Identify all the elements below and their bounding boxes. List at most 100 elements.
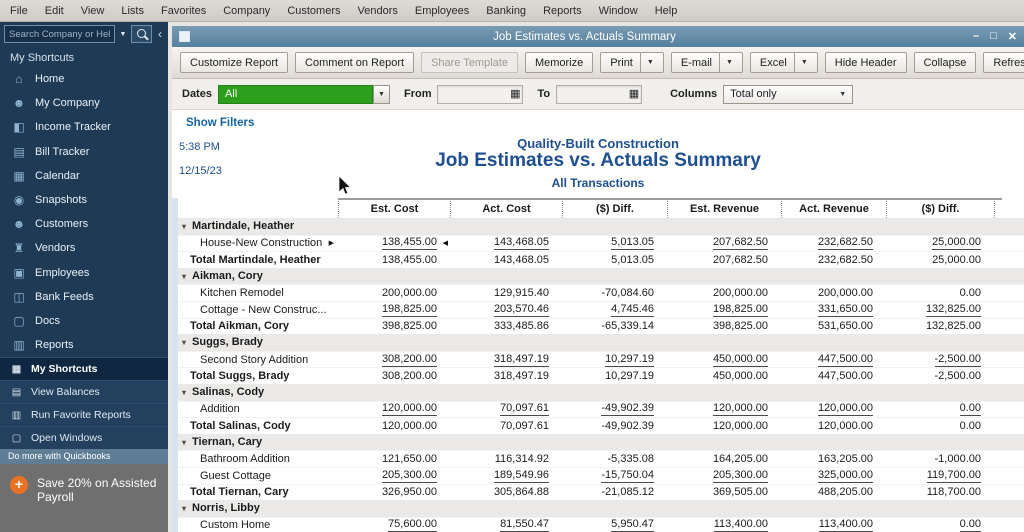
value-cell[interactable]: 143,468.05 [450, 254, 562, 266]
value-cell[interactable]: 398,825.00 [338, 320, 450, 332]
sidebar-item-employees[interactable]: ▣ Employees [0, 261, 168, 285]
minimize-button[interactable]: – [973, 30, 979, 43]
value-cell[interactable]: -2,500.00 [886, 370, 994, 382]
value-cell[interactable]: 113,400.00 [667, 518, 781, 532]
chevron-down-icon[interactable]: ▼ [639, 53, 654, 72]
chevron-down-icon[interactable]: ▼ [793, 53, 808, 72]
collapse-triangle-icon[interactable]: ▾ [182, 338, 186, 347]
value-cell[interactable]: 333,485.86 [450, 320, 562, 332]
to-date-field[interactable]: ▦ [556, 84, 643, 104]
sidebar-collapse-icon[interactable]: ‹ [155, 27, 165, 41]
value-cell[interactable]: 488,205.00 [781, 486, 886, 498]
value-cell[interactable]: 138,455.00 ◀ [338, 236, 450, 251]
value-cell[interactable]: 132,825.00 [886, 303, 994, 317]
value-cell[interactable]: 70,097.61 [450, 402, 562, 417]
value-cell[interactable]: 120,000.00 [781, 402, 886, 417]
value-cell[interactable]: 138,455.00 [338, 254, 450, 266]
print-button[interactable]: Print ▼ [600, 52, 664, 73]
value-cell[interactable]: 5,013.05 [562, 254, 667, 266]
value-cell[interactable]: 308,200.00 [338, 353, 450, 367]
value-cell[interactable]: -5,335.08 [562, 453, 667, 465]
value-cell[interactable]: -70,084.60 [562, 287, 667, 299]
value-cell[interactable]: 308,200.00 [338, 370, 450, 382]
value-cell[interactable]: 325,000.00 [781, 469, 886, 483]
value-cell[interactable]: 205,300.00 [338, 469, 450, 483]
value-cell[interactable]: 203,570.46 [450, 303, 562, 317]
memorize-button[interactable]: Memorize [524, 52, 594, 73]
value-cell[interactable]: 119,700.00 [886, 469, 994, 483]
menu-company[interactable]: Company [223, 5, 270, 17]
value-cell[interactable]: 120,000.00 [781, 420, 886, 432]
value-cell[interactable]: -21,085.12 [562, 486, 667, 498]
value-cell[interactable]: 198,825.00 [338, 303, 450, 317]
collapse-triangle-icon[interactable]: ▾ [182, 222, 186, 231]
value-cell[interactable]: 113,400.00 [781, 518, 886, 532]
value-cell[interactable]: 132,825.00 [886, 320, 994, 332]
value-cell[interactable]: 164,205.00 [667, 453, 781, 465]
value-cell[interactable]: 70,097.61 [450, 420, 562, 432]
collapse-triangle-icon[interactable]: ▾ [182, 438, 186, 447]
dates-select-caret-icon[interactable]: ▼ [372, 84, 390, 104]
value-cell[interactable]: 75,600.00 [338, 518, 450, 532]
collapse-triangle-icon[interactable]: ▾ [182, 388, 186, 397]
value-cell[interactable]: 163,205.00 [781, 453, 886, 465]
value-cell[interactable]: 369,505.00 [667, 486, 781, 498]
from-date-input[interactable] [440, 88, 511, 100]
value-cell[interactable]: 450,000.00 [667, 370, 781, 382]
value-cell[interactable]: 120,000.00 [338, 402, 450, 417]
e-mail-button[interactable]: E-mail ▼ [670, 52, 743, 73]
value-cell[interactable]: -15,750.04 [562, 469, 667, 483]
search-input[interactable] [4, 25, 115, 43]
value-cell[interactable]: -1,000.00 [886, 453, 994, 465]
sidebar-item-snapshots[interactable]: ◉ Snapshots [0, 188, 168, 212]
report-window-icon[interactable] [179, 31, 190, 42]
value-cell[interactable]: 129,915.40 [450, 287, 562, 299]
value-cell[interactable]: 10,297.19 [562, 370, 667, 382]
value-cell[interactable]: 207,682.50 [667, 254, 781, 266]
sidebar-item-bank-feeds[interactable]: ◫ Bank Feeds [0, 285, 168, 309]
value-cell[interactable]: 200,000.00 [338, 287, 450, 299]
sidebar-bottom-open-windows[interactable]: ▢ Open Windows [0, 426, 168, 450]
value-cell[interactable]: 121,650.00 [338, 453, 450, 465]
value-cell[interactable]: -49,902.39 [562, 420, 667, 432]
sidebar-item-reports[interactable]: ▥ Reports [0, 333, 168, 357]
menu-favorites[interactable]: Favorites [161, 5, 206, 17]
value-cell[interactable]: 120,000.00 [667, 402, 781, 417]
value-cell[interactable]: 398,825.00 [667, 320, 781, 332]
value-cell[interactable]: -2,500.00 [886, 353, 994, 367]
value-cell[interactable]: 198,825.00 [667, 303, 781, 317]
menu-reports[interactable]: Reports [543, 5, 582, 17]
sidebar-item-docs[interactable]: ▢ Docs [0, 309, 168, 333]
value-cell[interactable]: 318,497.19 [450, 370, 562, 382]
value-cell[interactable]: 205,300.00 [667, 469, 781, 483]
sidebar-bottom-run-favorite-reports[interactable]: ▥ Run Favorite Reports [0, 403, 168, 427]
value-cell[interactable]: 305,864.88 [450, 486, 562, 498]
sidebar-item-my-company[interactable]: ☻ My Company [0, 91, 168, 115]
sidebar-item-calendar[interactable]: ▦ Calendar [0, 164, 168, 188]
sidebar-item-bill-tracker[interactable]: ▤ Bill Tracker [0, 140, 168, 164]
value-cell[interactable]: 232,682.50 [781, 254, 886, 266]
calendar-icon[interactable]: ▦ [629, 88, 639, 100]
sidebar-item-customers[interactable]: ☻ Customers [0, 212, 168, 236]
value-cell[interactable]: -65,339.14 [562, 320, 667, 332]
value-cell[interactable]: 0.00 [886, 287, 994, 299]
customize-report-button[interactable]: Customize Report [180, 52, 289, 73]
from-date-field[interactable]: ▦ [437, 84, 524, 104]
excel-button[interactable]: Excel ▼ [749, 52, 818, 73]
hide-header-button[interactable]: Hide Header [824, 52, 907, 73]
sidebar-item-income-tracker[interactable]: ◧ Income Tracker [0, 115, 168, 139]
menu-file[interactable]: File [10, 5, 28, 17]
menu-lists[interactable]: Lists [121, 5, 144, 17]
value-cell[interactable]: 200,000.00 [781, 287, 886, 299]
value-cell[interactable]: 207,682.50 [667, 236, 781, 251]
value-cell[interactable]: 118,700.00 [886, 486, 994, 498]
to-date-input[interactable] [559, 88, 629, 100]
columns-select[interactable]: Total only ▼ [723, 84, 854, 104]
value-cell[interactable]: 0.00 [886, 402, 994, 417]
sidebar-bottom-my-shortcuts[interactable]: ▦ My Shortcuts [0, 357, 168, 381]
value-cell[interactable]: 120,000.00 [667, 420, 781, 432]
value-cell[interactable]: 116,314.92 [450, 453, 562, 465]
value-cell[interactable]: 447,500.00 [781, 370, 886, 382]
comment-on-report-button[interactable]: Comment on Report [295, 52, 415, 73]
dates-select[interactable]: All [217, 84, 373, 104]
